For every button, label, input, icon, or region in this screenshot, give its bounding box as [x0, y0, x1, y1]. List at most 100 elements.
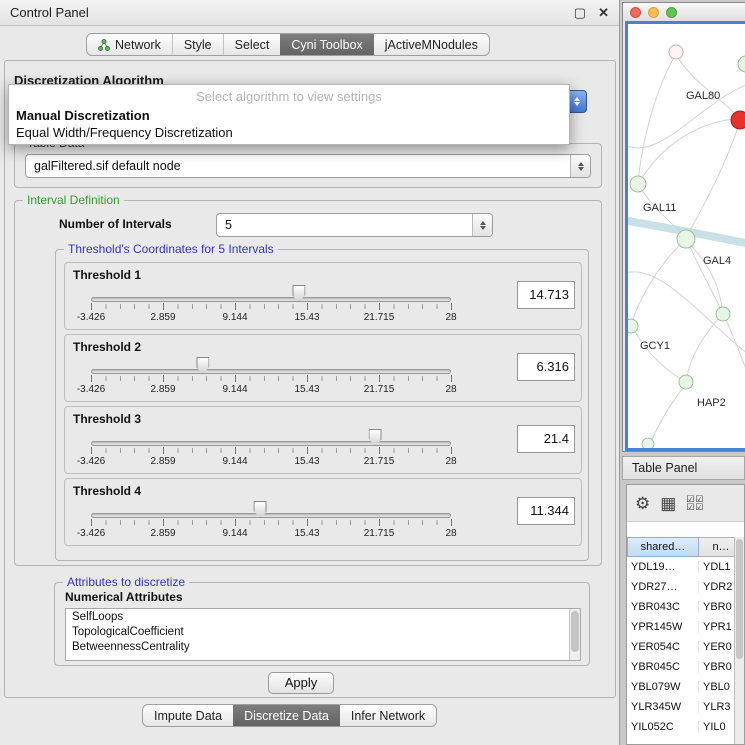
interval-definition-title: Interval Definition	[23, 193, 124, 207]
interval-definition-group: Interval Definition Number of Intervals …	[14, 200, 602, 566]
column-header-shared-name[interactable]: shared…	[627, 537, 699, 557]
threshold-slider[interactable]: -3.426 2.859 9.144 15.43 21.715 28	[91, 285, 451, 327]
list-item[interactable]: TopologicalCoefficient	[66, 624, 580, 639]
table-row[interactable]: YDL19…YDL1	[627, 557, 734, 577]
scale-label: 2.859	[150, 312, 175, 323]
tab-network[interactable]: Network	[87, 34, 172, 55]
zoom-traffic-light[interactable]	[666, 7, 677, 18]
threshold-slider[interactable]: -3.426 2.859 9.144 15.43 21.715 28	[91, 501, 451, 543]
tab-style-label: Style	[184, 38, 212, 52]
slider-track[interactable]	[91, 369, 451, 374]
slider-ticks	[91, 520, 451, 525]
network-icon	[98, 39, 110, 51]
scale-label: 9.144	[222, 456, 247, 467]
tab-jactivemnodules-label: jActiveMNodules	[385, 38, 478, 52]
tab-discretize-data[interactable]: Discretize Data	[233, 705, 340, 726]
checkbox-grid-icon[interactable]: ☑☑☑☑	[686, 495, 704, 511]
tab-cyni-toolbox-label: Cyni Toolbox	[291, 38, 362, 52]
threshold-label: Threshold 2	[73, 340, 141, 354]
scale-label: 28	[445, 312, 456, 323]
slider-track[interactable]	[91, 297, 451, 302]
threshold-label: Threshold 1	[73, 268, 141, 282]
table-body: YDL19…YDL1 YDR27…YDR2 YBR043CYBR0 YPR145…	[627, 557, 734, 744]
close-icon[interactable]: ✕	[598, 5, 609, 21]
scale-label: 15.43	[294, 528, 319, 539]
network-canvas[interactable]: GAL80 GAL11 GAL4 GCY1 HAP2	[625, 21, 745, 451]
table-row[interactable]: YPR145WYPR1	[627, 617, 734, 637]
top-tab-bar: Network Style Select Cyni Toolbox jActiv…	[86, 33, 490, 56]
scale-label: 15.43	[294, 384, 319, 395]
threshold-value-field[interactable]: 6.316	[517, 353, 575, 381]
threshold-value-field[interactable]: 11.344	[517, 497, 575, 525]
node-label[interactable]: GAL80	[686, 90, 720, 102]
threshold-3-group: Threshold 3 21.4 -3.426 2.859 9.144 15.4…	[64, 406, 582, 474]
threshold-slider[interactable]: -3.426 2.859 9.144 15.43 21.715 28	[91, 429, 451, 471]
thresholds-title: Threshold's Coordinates for 5 Intervals	[64, 242, 278, 256]
tab-impute-data[interactable]: Impute Data	[143, 705, 233, 726]
threshold-label: Threshold 3	[73, 412, 141, 426]
node-label[interactable]: GAL11	[643, 202, 676, 214]
table-columns-icon[interactable]: ▦	[660, 495, 676, 512]
list-item[interactable]: BetweennessCentrality	[66, 639, 580, 654]
scale-label: 9.144	[222, 528, 247, 539]
close-traffic-light[interactable]	[630, 7, 641, 18]
scale-label: 9.144	[222, 384, 247, 395]
combo-stepper-icon[interactable]	[570, 155, 590, 177]
table-row[interactable]: YBR045CYBR0	[627, 657, 734, 677]
tab-select[interactable]: Select	[223, 34, 281, 55]
table-row[interactable]: YER054CYER0	[627, 637, 734, 657]
node-label[interactable]: GAL4	[703, 255, 731, 267]
slider-ticks	[91, 448, 451, 453]
scale-label: 28	[445, 528, 456, 539]
gear-icon[interactable]: ⚙	[635, 495, 650, 512]
tab-style[interactable]: Style	[172, 34, 223, 55]
table-row[interactable]: YBL079WYBL0	[627, 677, 734, 697]
apply-button[interactable]: Apply	[268, 672, 334, 694]
node-label[interactable]: GCY1	[640, 340, 670, 352]
float-icon[interactable]: ▢	[574, 5, 586, 21]
threshold-slider[interactable]: -3.426 2.859 9.144 15.43 21.715 28	[91, 357, 451, 399]
minimize-traffic-light[interactable]	[648, 7, 659, 18]
number-of-intervals-value: 5	[225, 214, 232, 236]
attributes-group: Attributes to discretize Numerical Attri…	[54, 582, 590, 666]
tab-jactivemnodules[interactable]: jActiveMNodules	[374, 34, 489, 55]
scale-label: 2.859	[150, 384, 175, 395]
numerical-attributes-label: Numerical Attributes	[65, 590, 183, 604]
numerical-attributes-list: SelfLoops TopologicalCoefficient Between…	[65, 608, 581, 661]
table-row[interactable]: YIL052CYIL0	[627, 717, 734, 737]
slider-track[interactable]	[91, 513, 451, 518]
popup-option-manual-discretization[interactable]: Manual Discretization	[9, 107, 569, 124]
number-of-intervals-combobox[interactable]: 5	[216, 213, 493, 237]
scale-label: 28	[445, 456, 456, 467]
tab-infer-network[interactable]: Infer Network	[340, 705, 436, 726]
list-item[interactable]: SelfLoops	[66, 609, 580, 624]
network-window-titlebar	[623, 3, 745, 21]
scale-label: 2.859	[150, 456, 175, 467]
threshold-value-field[interactable]: 21.4	[517, 425, 575, 453]
scale-label: 9.144	[222, 312, 247, 323]
table-data-group: Table Data galFiltered.sif default node	[14, 143, 602, 188]
threshold-value-field[interactable]: 14.713	[517, 281, 575, 309]
scale-label: 28	[445, 384, 456, 395]
tab-impute-data-label: Impute Data	[154, 709, 222, 723]
list-scrollbar[interactable]	[569, 609, 580, 660]
popup-option-equal-width[interactable]: Equal Width/Frequency Discretization	[9, 124, 569, 141]
table-row[interactable]: YBR043CYBR0	[627, 597, 734, 617]
attributes-title: Attributes to discretize	[63, 575, 189, 589]
scale-label: -3.426	[77, 312, 105, 323]
node-label[interactable]: HAP2	[697, 397, 726, 409]
table-scrollbar[interactable]	[734, 537, 744, 744]
scale-label: 15.43	[294, 456, 319, 467]
table-header-row: shared… n…	[627, 537, 744, 557]
scale-label: -3.426	[77, 456, 105, 467]
slider-track[interactable]	[91, 441, 451, 446]
popup-placeholder: Select algorithm to view settings	[9, 87, 569, 107]
table-data-combobox[interactable]: galFiltered.sif default node	[25, 154, 591, 178]
combo-stepper-icon[interactable]	[472, 214, 492, 236]
table-row[interactable]: YDR27…YDR2	[627, 577, 734, 597]
stepper-down-icon	[574, 102, 580, 106]
tab-cyni-toolbox[interactable]: Cyni Toolbox	[280, 34, 373, 55]
control-panel-titlebar: Control Panel ▢ ✕	[0, 0, 619, 26]
scale-label: 15.43	[294, 312, 319, 323]
table-row[interactable]: YLR345WYLR3	[627, 697, 734, 717]
